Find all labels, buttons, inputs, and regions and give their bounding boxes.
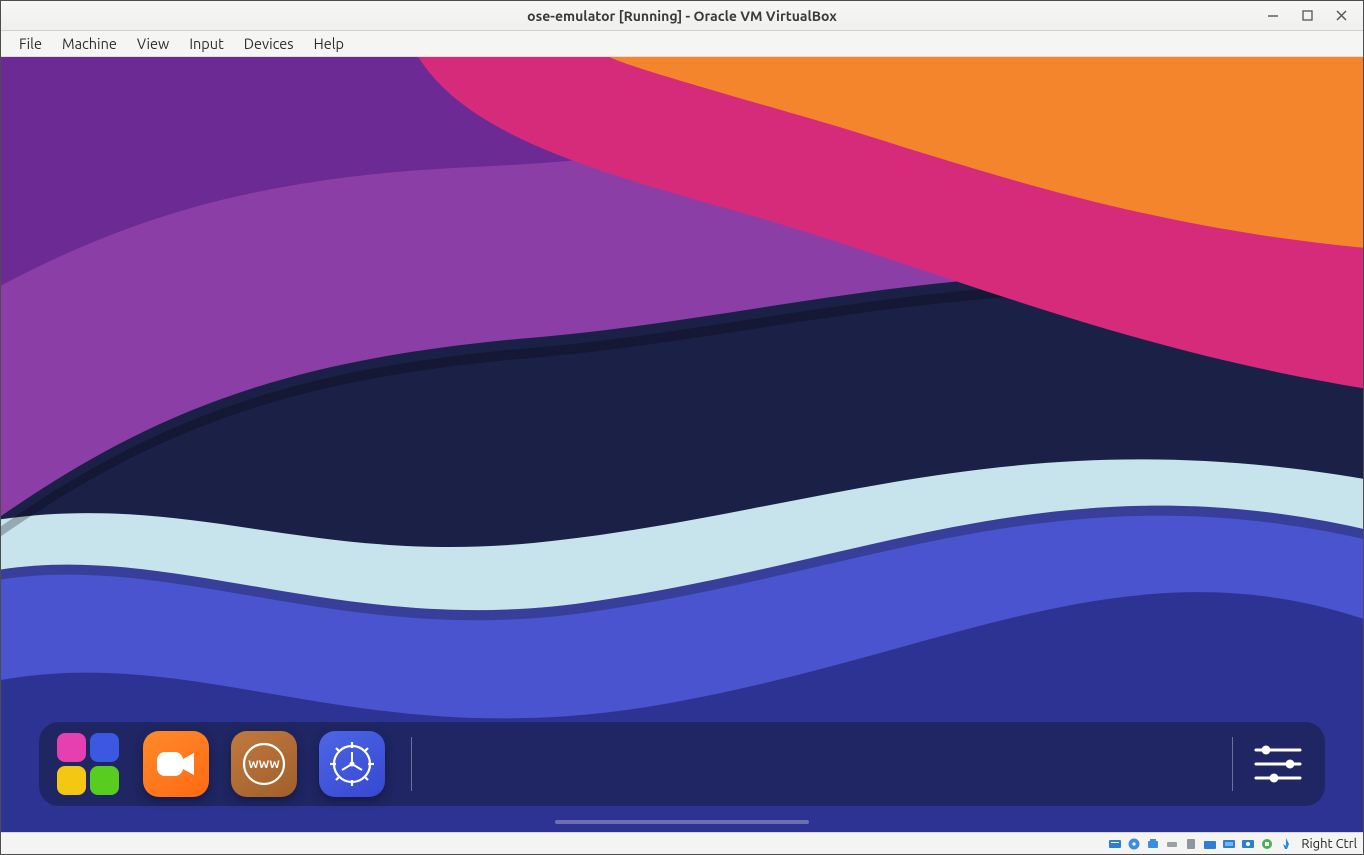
shared-folder-icon[interactable] — [1202, 836, 1218, 852]
audio-icon[interactable] — [1145, 836, 1161, 852]
menu-devices[interactable]: Devices — [234, 33, 304, 54]
hard-disk-icon[interactable] — [1107, 836, 1123, 852]
svg-text:WWW: WWW — [248, 759, 280, 771]
guest-display[interactable]: WWW — [1, 57, 1363, 832]
statusbar: Right Ctrl — [1, 832, 1363, 854]
mouse-integration-icon[interactable] — [1278, 836, 1294, 852]
titlebar[interactable]: ose-emulator [Running] - Oracle VM Virtu… — [1, 1, 1363, 31]
maximize-button[interactable] — [1299, 8, 1315, 24]
menu-help[interactable]: Help — [304, 33, 354, 54]
menubar: File Machine View Input Devices Help — [1, 31, 1363, 57]
menu-input[interactable]: Input — [179, 33, 233, 54]
window-title: ose-emulator [Running] - Oracle VM Virtu… — [1, 8, 1363, 24]
dock-separator — [411, 737, 412, 791]
cpu-icon[interactable] — [1259, 836, 1275, 852]
menu-machine[interactable]: Machine — [52, 33, 127, 54]
launcher-app-icon[interactable] — [55, 731, 121, 797]
virtualbox-window: ose-emulator [Running] - Oracle VM Virtu… — [0, 0, 1364, 855]
dock-separator-right — [1232, 737, 1233, 791]
display-icon[interactable] — [1221, 836, 1237, 852]
dock-apps: WWW — [55, 731, 412, 797]
close-button[interactable] — [1333, 8, 1349, 24]
settings-app-icon[interactable] — [319, 731, 385, 797]
camera-app-icon[interactable] — [143, 731, 209, 797]
dock: WWW — [39, 722, 1325, 806]
optical-disk-icon[interactable] — [1126, 836, 1142, 852]
desktop-wallpaper — [1, 57, 1363, 832]
quick-settings-icon[interactable] — [1247, 733, 1309, 795]
host-key-indicator[interactable]: Right Ctrl — [1301, 837, 1357, 851]
recording-icon[interactable] — [1240, 836, 1256, 852]
menu-file[interactable]: File — [9, 33, 52, 54]
menu-view[interactable]: View — [127, 33, 179, 54]
network-icon[interactable] — [1164, 836, 1180, 852]
home-indicator[interactable] — [555, 820, 809, 824]
browser-app-icon[interactable]: WWW — [231, 731, 297, 797]
minimize-button[interactable] — [1265, 8, 1281, 24]
usb-icon[interactable] — [1183, 836, 1199, 852]
window-controls — [1265, 1, 1359, 30]
